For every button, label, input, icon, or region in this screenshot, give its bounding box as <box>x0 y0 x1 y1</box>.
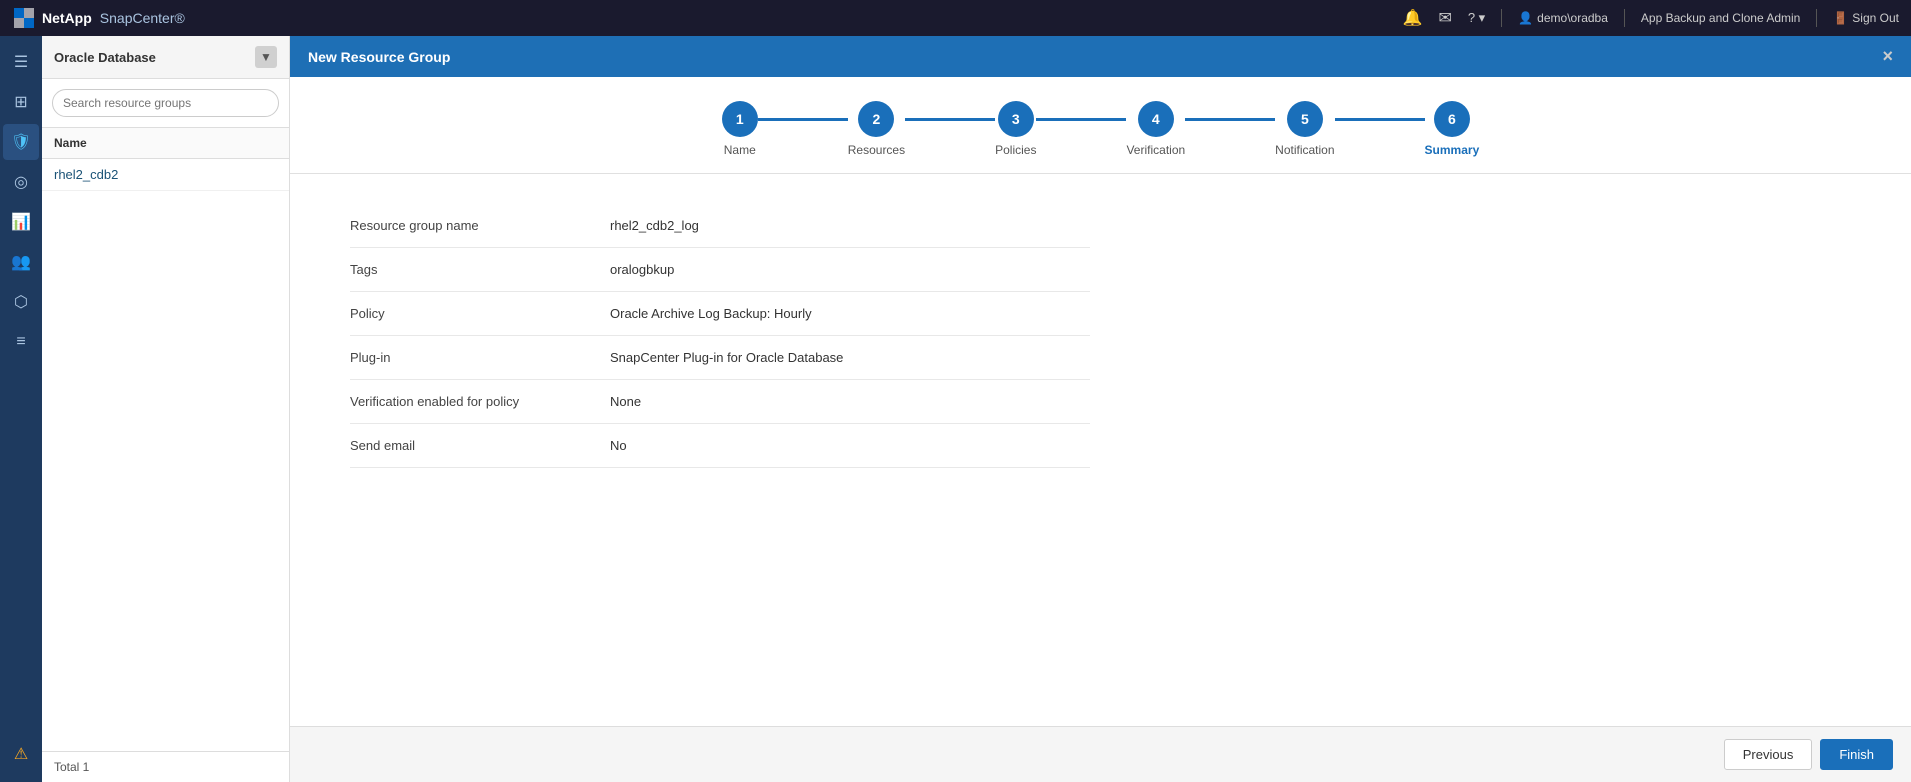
side-icon-bar: ☰ ⊞ 🛡 ◎ 📊 👥 ⬡ ≡ ⚠ <box>0 36 42 782</box>
summary-value-3: SnapCenter Plug-in for Oracle Database <box>610 350 843 365</box>
step-3-label: Policies <box>995 143 1036 157</box>
step-5-label: Notification <box>1275 143 1334 157</box>
summary-value-2: Oracle Archive Log Backup: Hourly <box>610 306 812 321</box>
sidebar-icon-alert[interactable]: ⚠ <box>3 736 39 772</box>
step-5: 5 Notification <box>1275 101 1334 157</box>
step-2-circle[interactable]: 2 <box>858 101 894 137</box>
left-panel: Oracle Database ▼ Name rhel2_cdb2 Total … <box>42 36 290 782</box>
top-navbar: NetApp SnapCenter® 🔔 ✉ ? ▾ 👤 demo\oradba… <box>0 0 1911 36</box>
brand-area: NetApp SnapCenter® <box>12 6 185 30</box>
summary-label-3: Plug-in <box>350 350 610 365</box>
dialog-title: New Resource Group <box>308 49 450 65</box>
step-6: 6 Summary <box>1425 101 1480 157</box>
connector-4-5 <box>1185 118 1275 121</box>
dialog-close-button[interactable]: × <box>1882 46 1893 67</box>
step-5-number: 5 <box>1301 111 1309 127</box>
main-content: New Resource Group × 1 Name 2 Resources <box>290 36 1911 782</box>
step-5-circle[interactable]: 5 <box>1287 101 1323 137</box>
netapp-logo: NetApp SnapCenter® <box>12 6 185 30</box>
top-nav-actions: 🔔 ✉ ? ▾ 👤 demo\oradba App Backup and Clo… <box>1403 8 1899 28</box>
divider <box>1501 9 1502 27</box>
step-2-label: Resources <box>848 143 905 157</box>
summary-label-5: Send email <box>350 438 610 453</box>
sidebar-icon-chart[interactable]: 📊 <box>3 204 39 240</box>
step-4-number: 4 <box>1152 111 1160 127</box>
app-name: SnapCenter® <box>100 10 185 26</box>
summary-row-0: Resource group name rhel2_cdb2_log <box>350 204 1090 248</box>
wizard-steps: 1 Name 2 Resources 3 Policies <box>290 77 1911 174</box>
sidebar-icon-shield[interactable]: 🛡 <box>3 124 39 160</box>
summary-label-1: Tags <box>350 262 610 277</box>
connector-3-4 <box>1036 118 1126 121</box>
step-6-circle[interactable]: 6 <box>1434 101 1470 137</box>
step-1-number: 1 <box>736 111 744 127</box>
sidebar-icon-grid[interactable]: ⊞ <box>3 84 39 120</box>
divider3 <box>1816 9 1817 27</box>
summary-row-2: Policy Oracle Archive Log Backup: Hourly <box>350 292 1090 336</box>
panel-dropdown-button[interactable]: ▼ <box>255 46 277 68</box>
search-input[interactable] <box>52 89 279 117</box>
main-layout: ☰ ⊞ 🛡 ◎ 📊 👥 ⬡ ≡ ⚠ Oracle Database ▼ Name… <box>0 36 1911 782</box>
netapp-icon <box>12 6 36 30</box>
step-1: 1 Name <box>722 101 758 157</box>
step-6-label: Summary <box>1425 143 1480 157</box>
sidebar-icon-people[interactable]: 👥 <box>3 244 39 280</box>
summary-label-0: Resource group name <box>350 218 610 233</box>
sidebar-icon-circle[interactable]: ◎ <box>3 164 39 200</box>
step-3: 3 Policies <box>995 101 1036 157</box>
signout-icon: 🚪 <box>1833 11 1848 25</box>
summary-value-4: None <box>610 394 641 409</box>
search-box <box>42 79 289 128</box>
panel-footer: Total 1 <box>42 751 289 782</box>
step-3-number: 3 <box>1012 111 1020 127</box>
step-4-label: Verification <box>1126 143 1185 157</box>
list-item[interactable]: rhel2_cdb2 <box>42 159 289 191</box>
summary-value-1: oralogbkup <box>610 262 674 277</box>
signout-label: Sign Out <box>1852 11 1899 25</box>
bell-icon[interactable]: 🔔 <box>1403 8 1423 28</box>
step-2: 2 Resources <box>848 101 905 157</box>
step-6-number: 6 <box>1448 111 1456 127</box>
sidebar-icon-settings[interactable]: ≡ <box>3 324 39 360</box>
step-3-circle[interactable]: 3 <box>998 101 1034 137</box>
list-header: Name <box>42 128 289 159</box>
previous-button[interactable]: Previous <box>1724 739 1813 770</box>
brand-name: NetApp <box>42 10 92 26</box>
dialog-header: New Resource Group × <box>290 36 1911 77</box>
divider2 <box>1624 9 1625 27</box>
user-info: 👤 demo\oradba <box>1518 11 1608 25</box>
connector-2-3 <box>905 118 995 121</box>
step-2-number: 2 <box>873 111 881 127</box>
summary-label-4: Verification enabled for policy <box>350 394 610 409</box>
mail-icon[interactable]: ✉ <box>1438 8 1451 28</box>
step-4: 4 Verification <box>1126 101 1185 157</box>
user-icon: 👤 <box>1518 11 1533 25</box>
summary-table: Resource group name rhel2_cdb2_log Tags … <box>350 204 1090 468</box>
finish-button[interactable]: Finish <box>1820 739 1893 770</box>
sidebar-icon-menu[interactable]: ☰ <box>3 44 39 80</box>
step-1-label: Name <box>724 143 756 157</box>
summary-value-5: No <box>610 438 627 453</box>
role-label: App Backup and Clone Admin <box>1641 11 1800 25</box>
summary-value-0: rhel2_cdb2_log <box>610 218 699 233</box>
signout-button[interactable]: 🚪 Sign Out <box>1833 11 1899 25</box>
summary-row-3: Plug-in SnapCenter Plug-in for Oracle Da… <box>350 336 1090 380</box>
step-4-circle[interactable]: 4 <box>1138 101 1174 137</box>
sidebar-icon-topology[interactable]: ⬡ <box>3 284 39 320</box>
connector-5-6 <box>1335 118 1425 121</box>
panel-title: Oracle Database <box>54 50 247 65</box>
summary-row-1: Tags oralogbkup <box>350 248 1090 292</box>
summary-row-4: Verification enabled for policy None <box>350 380 1090 424</box>
connector-1-2 <box>758 118 848 121</box>
step-1-circle[interactable]: 1 <box>722 101 758 137</box>
summary-row-5: Send email No <box>350 424 1090 468</box>
summary-content: Resource group name rhel2_cdb2_log Tags … <box>290 174 1911 726</box>
help-icon[interactable]: ? ▾ <box>1468 10 1485 26</box>
left-panel-header: Oracle Database ▼ <box>42 36 289 79</box>
dialog-footer: Previous Finish <box>290 726 1911 782</box>
summary-label-2: Policy <box>350 306 610 321</box>
username: demo\oradba <box>1537 11 1608 25</box>
